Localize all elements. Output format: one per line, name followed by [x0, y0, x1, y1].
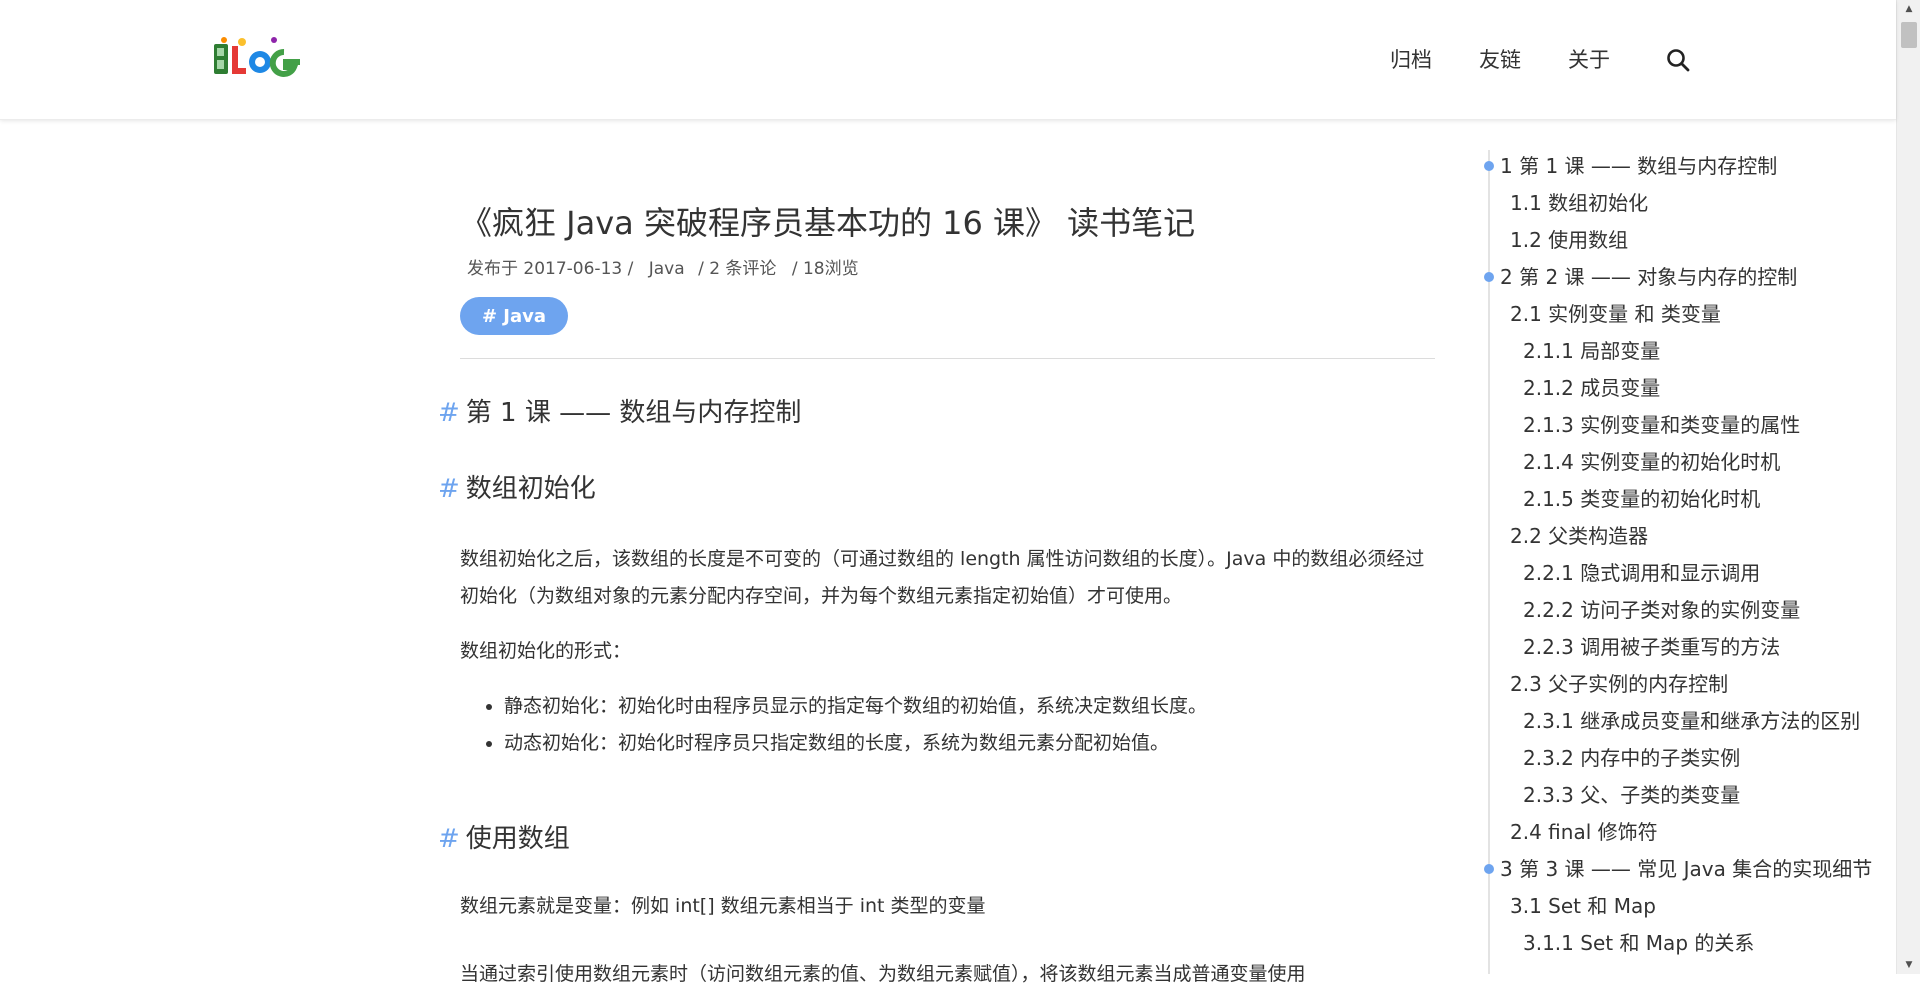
paragraph-use-array: 数组元素就是变量：例如 int[] 数组元素相当于 int 类型的变量 [460, 895, 986, 917]
list-item: 动态初始化：初始化时程序员只指定数组的长度，系统为数组元素分配初始值。 [504, 725, 1435, 762]
paragraph-init-forms: 数组初始化的形式： [460, 640, 632, 662]
heading-text: 使用数组 [465, 824, 570, 854]
toc-item[interactable]: 2.1.4 实例变量的初始化时机 [1523, 448, 1780, 476]
init-forms-list: 静态初始化：初始化时由程序员显示的指定每个数组的初始值，系统决定数组长度。 动态… [460, 688, 1435, 762]
title-divider [460, 358, 1435, 359]
toc-item[interactable]: 2.3 父子实例的内存控制 [1510, 670, 1728, 698]
post-comment-count[interactable]: / 2 条评论 [698, 259, 776, 279]
page-scrollbar[interactable]: ▲ ▼ [1896, 0, 1920, 974]
heading-anchor-hash[interactable]: # [438, 474, 460, 504]
nav-archive[interactable]: 归档 [1390, 44, 1432, 76]
blog-logo[interactable] [212, 34, 302, 82]
toc-dot-icon [1484, 272, 1494, 282]
post-title: 《疯狂 Java 突破程序员基本功的 16 课》 读书笔记 [460, 204, 1196, 242]
heading-anchor-hash[interactable]: # [438, 824, 460, 854]
blog-logo-image [214, 37, 300, 77]
heading-lesson-1: # 第 1 课 —— 数组与内存控制 [438, 392, 801, 429]
site-header: 归档 友链 关于 [0, 0, 1896, 120]
toc-item[interactable]: 2.3.1 继承成员变量和继承方法的区别 [1523, 707, 1860, 735]
toc-item[interactable]: 2.1.2 成员变量 [1523, 374, 1660, 402]
scroll-down-arrow-icon[interactable]: ▼ [1897, 956, 1920, 974]
toc-item[interactable]: 1.1 数组初始化 [1510, 189, 1648, 217]
toc-item[interactable]: 3 第 3 课 —— 常见 Java 集合的实现细节 [1500, 855, 1872, 883]
post-view-count: / 18浏览 [791, 259, 859, 279]
toc-item[interactable]: 2.1.5 类变量的初始化时机 [1523, 485, 1760, 513]
toc-item[interactable]: 2 第 2 课 —— 对象与内存的控制 [1500, 263, 1797, 291]
toc-item[interactable]: 3.1.1 Set 和 Map 的关系 [1523, 929, 1754, 957]
toc-item[interactable]: 2.3.2 内存中的子类实例 [1523, 744, 1740, 772]
toc-item[interactable]: 2.1 实例变量 和 类变量 [1510, 300, 1721, 328]
toc-item[interactable]: 1.2 使用数组 [1510, 226, 1628, 254]
toc-item[interactable]: 3.1 Set 和 Map [1510, 892, 1656, 920]
heading-text: 数组初始化 [465, 474, 596, 504]
list-item: 静态初始化：初始化时由程序员显示的指定每个数组的初始值，系统决定数组长度。 [504, 688, 1435, 725]
post-date: 发布于 2017-06-13 / [467, 259, 634, 279]
table-of-contents: 1 第 1 课 —— 数组与内存控制 1.1 数组初始化 1.2 使用数组 2 第 2… [1470, 150, 1896, 974]
toc-item[interactable]: 1 第 1 课 —— 数组与内存控制 [1500, 152, 1777, 180]
paragraph-use-array-2: 当通过索引使用数组元素时（访问数组元素的值、为数组元素赋值），将该数组元素当成普… [460, 963, 1306, 985]
heading-text: 第 1 课 —— 数组与内存控制 [465, 398, 802, 428]
scroll-up-arrow-icon[interactable]: ▲ [1897, 0, 1920, 18]
nav-about[interactable]: 关于 [1568, 44, 1610, 76]
post-category-link[interactable]: Java [649, 259, 685, 279]
search-icon [1667, 49, 1690, 72]
tag-java[interactable]: # Java [460, 297, 568, 335]
toc-dot-icon [1484, 864, 1494, 874]
nav-friend-links[interactable]: 友链 [1479, 44, 1521, 76]
heading-use-array: # 使用数组 [438, 818, 570, 855]
search-button[interactable] [1665, 47, 1691, 73]
post-meta: 发布于 2017-06-13 / Java / 2 条评论 / 18浏览 [467, 254, 863, 279]
toc-dot-icon [1484, 161, 1494, 171]
toc-item[interactable]: 2.2.2 访问子类对象的实例变量 [1523, 596, 1800, 624]
main-nav: 归档 友链 关于 [1390, 44, 1691, 76]
toc-item[interactable]: 2.2.1 隐式调用和显示调用 [1523, 559, 1760, 587]
toc-item[interactable]: 2.1.1 局部变量 [1523, 337, 1660, 365]
toc-item[interactable]: 2.1.3 实例变量和类变量的属性 [1523, 411, 1800, 439]
toc-item[interactable]: 2.3.3 父、子类的类变量 [1523, 781, 1740, 809]
toc-item[interactable]: 2.2.3 调用被子类重写的方法 [1523, 633, 1780, 661]
toc-item[interactable]: 2.4 final 修饰符 [1510, 818, 1658, 846]
scroll-thumb[interactable] [1901, 22, 1917, 48]
toc-item[interactable]: 2.2 父类构造器 [1510, 522, 1648, 550]
heading-array-init: # 数组初始化 [438, 468, 596, 505]
paragraph-array-init: 数组初始化之后，该数组的长度是不可变的（可通过数组的 length 属性访问数组… [460, 548, 1425, 607]
heading-anchor-hash[interactable]: # [438, 398, 460, 428]
